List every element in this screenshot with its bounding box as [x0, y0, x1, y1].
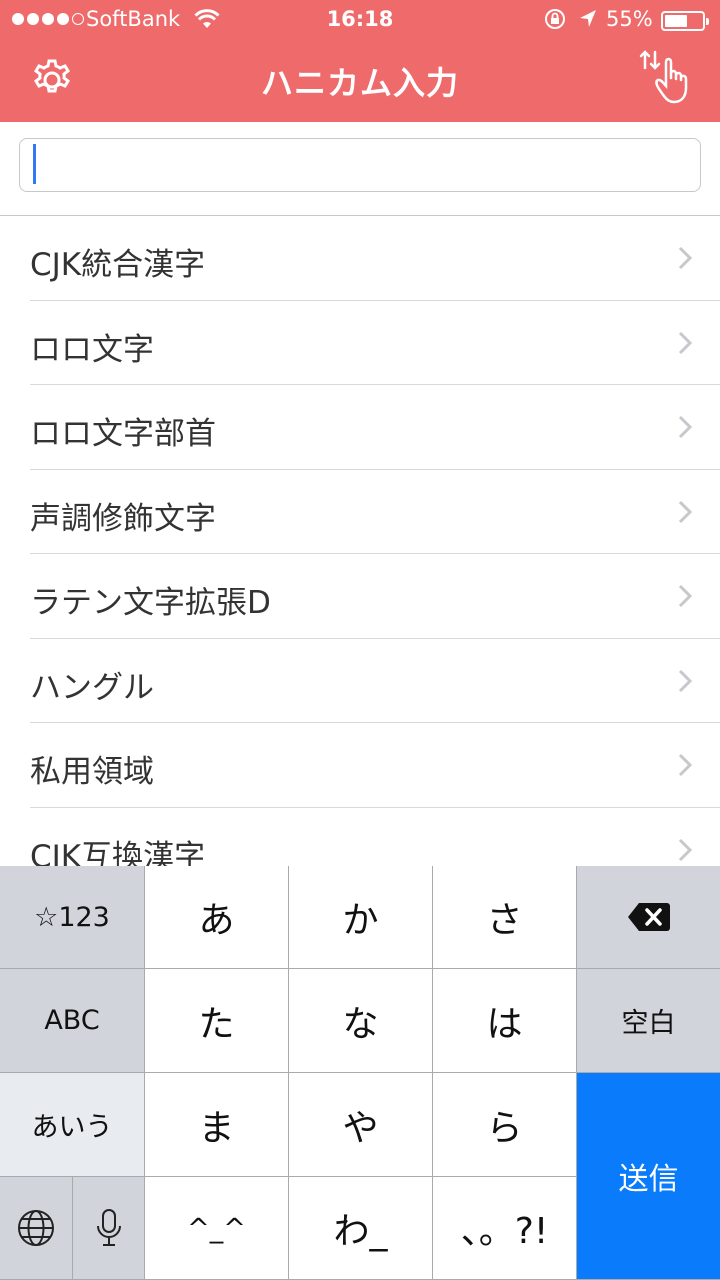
- list-item[interactable]: ラテン文字拡張D: [30, 554, 720, 639]
- search-bar: [0, 122, 720, 216]
- key-a[interactable]: あ: [145, 866, 289, 969]
- battery-icon: [661, 11, 709, 31]
- chevron-right-icon: [678, 415, 692, 439]
- list-item[interactable]: 声調修飾文字: [30, 470, 720, 554]
- key-ha[interactable]: は: [433, 969, 577, 1073]
- list-item-label: 声調修飾文字: [30, 500, 216, 537]
- text-cursor: [33, 144, 36, 184]
- chevron-right-icon: [678, 838, 692, 861]
- kana-mode-key[interactable]: あいう: [0, 1073, 145, 1177]
- list-item-label: ラテン文字拡張D: [30, 585, 271, 621]
- send-button[interactable]: 送信: [577, 1073, 720, 1280]
- key-ya[interactable]: や: [289, 1073, 433, 1177]
- abc-mode-key[interactable]: ABC: [0, 969, 145, 1073]
- chevron-right-icon: [678, 584, 692, 608]
- rotation-lock-icon: [545, 9, 565, 29]
- list-item-label: ロロ文字: [30, 331, 154, 368]
- delete-key[interactable]: [577, 866, 720, 969]
- list-item[interactable]: ロロ文字部首: [30, 385, 720, 470]
- list-item-label: CJK統合漢字: [30, 247, 206, 283]
- list-item-label: ロロ文字部首: [30, 416, 216, 452]
- key-ka[interactable]: か: [289, 866, 433, 969]
- swap-gesture-icon[interactable]: [636, 48, 694, 106]
- chevron-right-icon: [678, 246, 692, 270]
- globe-key[interactable]: [0, 1177, 73, 1280]
- flick-keyboard: ☆123 あ か さ ABC た な は 空白 あいう ま や ら 送信 ^_^…: [0, 866, 720, 1280]
- list-item[interactable]: CJK互換漢字: [30, 808, 720, 867]
- symbols-mode-key[interactable]: ☆123: [0, 866, 145, 969]
- key-wa[interactable]: わ_: [289, 1177, 433, 1280]
- key-na[interactable]: な: [289, 969, 433, 1073]
- key-ta[interactable]: た: [145, 969, 289, 1073]
- location-arrow-icon: [580, 10, 596, 27]
- battery-percent: 55%: [606, 7, 653, 31]
- app-header: SoftBank 16:18 55% ハニカム入力: [0, 0, 720, 122]
- chevron-right-icon: [678, 500, 692, 523]
- backspace-icon: [627, 903, 670, 931]
- key-ra[interactable]: ら: [433, 1073, 577, 1177]
- space-key[interactable]: 空白: [577, 969, 720, 1073]
- search-input[interactable]: [19, 138, 701, 192]
- key-punctuation[interactable]: 、。?!: [433, 1177, 577, 1280]
- chevron-right-icon: [678, 331, 692, 354]
- list-item-label: 私用領域: [30, 754, 154, 790]
- list-item[interactable]: ハングル: [30, 639, 720, 723]
- microphone-key[interactable]: [73, 1177, 145, 1280]
- status-bar: SoftBank 16:18 55%: [0, 0, 720, 40]
- chevron-right-icon: [678, 669, 692, 692]
- chevron-right-icon: [678, 753, 692, 777]
- list-item-label: CJK互換漢字: [30, 838, 206, 867]
- list-item[interactable]: 私用領域: [30, 723, 720, 808]
- page-title: ハニカム入力: [260, 64, 459, 102]
- list-item-label: ハングル: [30, 669, 154, 706]
- key-ma[interactable]: ま: [145, 1073, 289, 1177]
- list-item[interactable]: CJK統合漢字: [30, 216, 720, 301]
- microphone-icon: [96, 1209, 121, 1246]
- key-emoticon[interactable]: ^_^: [145, 1177, 289, 1280]
- key-sa[interactable]: さ: [433, 866, 577, 969]
- list-item[interactable]: ロロ文字: [30, 301, 720, 385]
- globe-icon: [18, 1210, 54, 1246]
- unicode-block-list: CJK統合漢字 ロロ文字 ロロ文字部首 声調修飾文字 ラテン文字拡張D ハングル…: [0, 216, 720, 866]
